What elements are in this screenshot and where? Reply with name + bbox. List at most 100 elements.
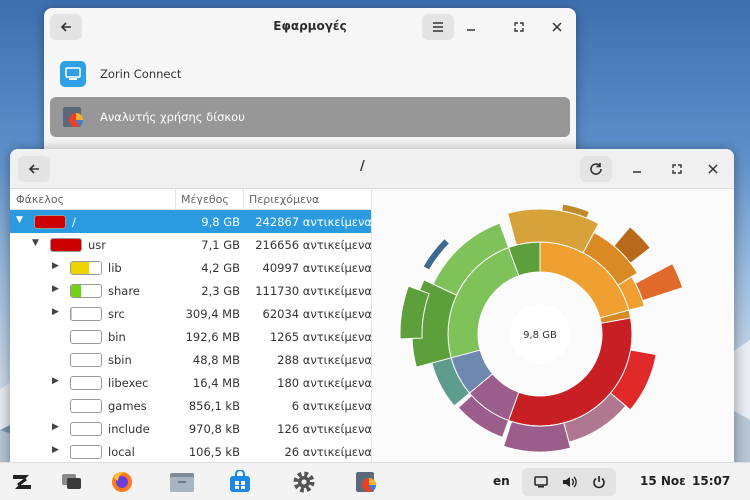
folder-name: lib (108, 261, 122, 275)
close-icon (708, 164, 718, 174)
power-icon (593, 476, 605, 489)
usage-bar (70, 376, 102, 390)
app-item-label: Zorin Connect (100, 67, 182, 81)
disk-maximize-button[interactable] (666, 158, 688, 180)
expander-expanded-icon[interactable]: ▼ (16, 215, 26, 225)
display-icon (534, 476, 548, 488)
tree-row[interactable]: ▶ local 106,5 kB 26 αντικείμενα (10, 440, 372, 463)
files-launcher[interactable] (168, 469, 196, 495)
disk-close-button[interactable] (702, 158, 724, 180)
app-item-disk-usage-analyzer[interactable]: Αναλυτής χρήσης δίσκου (50, 97, 570, 137)
maximize-icon (514, 22, 524, 32)
tree-row[interactable]: ▼ / 9,8 GB 242867 αντικείμενα (10, 210, 372, 233)
tree-row[interactable]: ▼ usr 7,1 GB 216656 αντικείμενα (10, 233, 372, 256)
folder-size: 7,1 GB (201, 238, 240, 252)
tree-row[interactable]: games 856,1 kB 6 αντικείμενα (10, 394, 372, 417)
disk-usage-analyzer-launcher[interactable] (352, 469, 380, 495)
column-header-contents[interactable]: Περιεχόμενα (249, 193, 319, 206)
sunburst-segment[interactable] (634, 262, 684, 302)
close-icon (552, 22, 562, 32)
firefox-icon (112, 471, 132, 492)
folder-contents: 40997 αντικείμενα (262, 261, 372, 275)
expander-expanded-icon[interactable]: ▼ (32, 238, 42, 248)
usage-bar (34, 215, 66, 229)
expander-collapsed-icon[interactable]: ▶ (52, 307, 62, 317)
folder-size: 309,4 MB (185, 307, 240, 321)
folder-contents: 62034 αντικείμενα (262, 307, 372, 321)
rescan-button[interactable] (580, 156, 612, 182)
disk-usage-analyzer-icon (356, 472, 376, 492)
maximize-icon (672, 164, 682, 174)
zorin-menu-button[interactable] (8, 469, 36, 495)
folder-contents: 26 αντικείμενα (284, 445, 372, 459)
folder-name: usr (88, 238, 107, 252)
apps-minimize-button[interactable] (460, 16, 482, 38)
folder-name: include (108, 422, 150, 436)
folder-name: / (72, 215, 76, 229)
expander-collapsed-icon[interactable]: ▶ (52, 284, 62, 294)
usage-bar (50, 238, 82, 252)
app-item-zorin-connect[interactable]: Zorin Connect (50, 54, 570, 94)
sunburst-segment[interactable] (502, 420, 572, 453)
expander-collapsed-icon[interactable]: ▶ (52, 445, 62, 455)
folder-contents: 288 αντικείμενα (277, 353, 372, 367)
folder-name: bin (108, 330, 126, 344)
disk-usage-analyzer-icon (60, 104, 86, 130)
folder-contents: 6 αντικείμενα (291, 399, 372, 413)
expander-collapsed-icon[interactable]: ▶ (52, 261, 62, 271)
tree-row[interactable]: ▶ share 2,3 GB 111730 αντικείμενα (10, 279, 372, 302)
system-tray[interactable] (522, 468, 616, 496)
keyboard-language-indicator[interactable]: en (493, 474, 510, 488)
clock-time[interactable]: 15:07 (692, 474, 730, 488)
disk-usage-headerbar: / (10, 149, 734, 189)
folder-contents: 126 αντικείμενα (277, 422, 372, 436)
apps-menu-button[interactable] (422, 14, 454, 40)
folder-contents: 111730 αντικείμενα (255, 284, 372, 298)
column-header-size[interactable]: Μέγεθος (181, 193, 229, 206)
workspaces-button[interactable] (58, 469, 86, 495)
folder-size: 970,8 kB (188, 422, 240, 436)
software-launcher[interactable] (226, 469, 254, 495)
folder-name: src (108, 307, 125, 321)
disk-back-button[interactable] (18, 156, 50, 182)
minimize-icon (633, 171, 641, 173)
disk-minimize-button[interactable] (626, 158, 648, 180)
folder-name: local (108, 445, 135, 459)
expander-collapsed-icon[interactable]: ▶ (52, 422, 62, 432)
sunburst-chart[interactable]: 9,8 GB (373, 189, 734, 500)
taskbar: en 15 Νοε 15:07 (0, 462, 750, 500)
tree-row[interactable]: sbin 48,8 MB 288 αντικείμενα (10, 348, 372, 371)
apps-maximize-button[interactable] (508, 16, 530, 38)
current-path-title: / (360, 159, 365, 174)
folder-contents: 1265 αντικείμενα (269, 330, 372, 344)
tree-row[interactable]: bin 192,6 MB 1265 αντικείμενα (10, 325, 372, 348)
expander-collapsed-icon[interactable]: ▶ (52, 376, 62, 386)
hamburger-menu-icon (433, 22, 443, 32)
column-header-folder[interactable]: Φάκελος (16, 193, 64, 206)
folder-contents: 242867 αντικείμενα (255, 215, 372, 229)
tree-row[interactable]: ▶ include 970,8 kB 126 αντικείμενα (10, 417, 372, 440)
usage-bar (70, 353, 102, 367)
folder-size: 4,2 GB (201, 261, 240, 275)
folder-tree[interactable]: Φάκελος Μέγεθος Περιεχόμενα ▼ / 9,8 GB 2428… (10, 189, 372, 500)
usage-bar (70, 422, 102, 436)
folder-name: share (108, 284, 140, 298)
tree-row[interactable]: ▶ libexec 16,4 MB 180 αντικείμενα (10, 371, 371, 394)
usage-bar (70, 261, 102, 275)
apps-close-button[interactable] (546, 16, 568, 38)
applications-title: Εφαρμογές (273, 19, 347, 33)
clock-date[interactable]: 15 Νοε (640, 474, 686, 488)
settings-launcher[interactable] (290, 469, 318, 495)
applications-headerbar: Εφαρμογές (44, 8, 576, 46)
usage-bar (70, 399, 102, 413)
tree-row[interactable]: ▶ lib 4,2 GB 40997 αντικείμενα (10, 256, 372, 279)
zorin-logo-icon (13, 475, 31, 489)
workspaces-icon (62, 474, 81, 489)
firefox-launcher[interactable] (108, 469, 136, 495)
folder-contents: 216656 αντικείμενα (255, 238, 372, 252)
applications-window: Εφαρμογές Zorin Connect Αναλυτής χρήσης … (44, 8, 576, 168)
tree-row[interactable]: ▶ src 309,4 MB 62034 αντικείμενα (10, 302, 372, 325)
folder-size: 48,8 MB (192, 353, 240, 367)
back-arrow-icon (28, 164, 39, 174)
refresh-icon (590, 163, 602, 175)
